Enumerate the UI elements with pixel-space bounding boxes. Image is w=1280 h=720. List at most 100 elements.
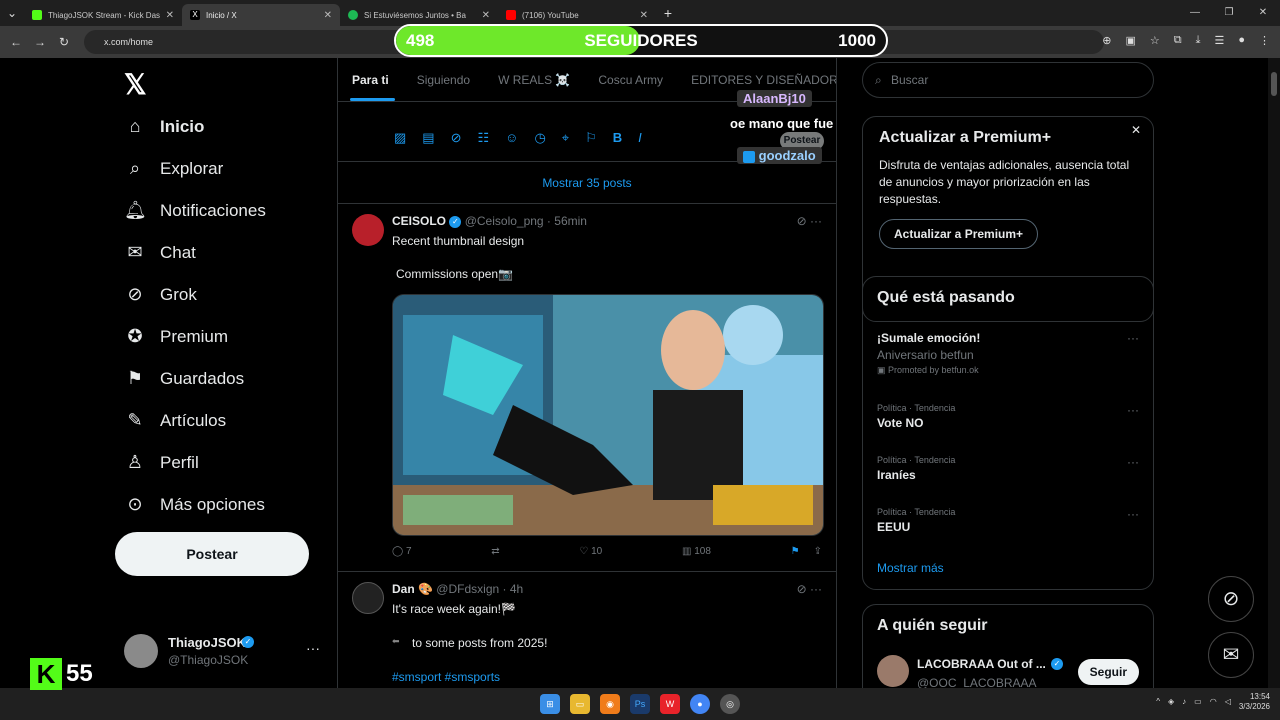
clock[interactable]: 13:54 3/3/2026 xyxy=(1239,692,1270,711)
post-author[interactable]: CEISOLO xyxy=(392,214,446,228)
new-tab-icon[interactable]: + xyxy=(656,5,680,21)
post-hashtags[interactable]: #smsport #smsports xyxy=(392,670,500,684)
post-more-icon[interactable]: ⊘ ··· xyxy=(797,214,822,228)
share-icon[interactable]: ⇪ xyxy=(814,546,822,557)
network-icon[interactable]: ◈ xyxy=(1168,697,1174,706)
scrollbar[interactable] xyxy=(1268,58,1280,688)
image-icon[interactable]: ▨ xyxy=(394,130,406,146)
avatar[interactable] xyxy=(352,214,384,246)
close-tab-icon[interactable]: ✕ xyxy=(482,10,490,21)
bookmark-icon[interactable]: ⚑ xyxy=(791,546,800,557)
browser-tab-spotify[interactable]: Si Estuviésemos Juntos • Ba ✕ xyxy=(340,4,498,26)
tray-arrow-icon[interactable]: ^ xyxy=(1156,697,1160,706)
nav-item-notificaciones[interactable]: 🔔︎ Notificaciones xyxy=(124,200,266,221)
grok-fab-icon[interactable]: ⊘ xyxy=(1208,576,1254,622)
trend-item[interactable]: ¡Sumale emoción! Aniversario betfun ▣ Pr… xyxy=(877,331,1139,376)
show-new-posts[interactable]: Mostrar 35 posts xyxy=(338,162,836,204)
post-button[interactable]: Postear xyxy=(115,532,309,576)
gif-icon[interactable]: ▤ xyxy=(422,130,434,146)
start-icon[interactable]: ⊞ xyxy=(540,694,560,714)
views-button[interactable]: ▥ 108 xyxy=(682,546,711,557)
italic-icon[interactable]: I xyxy=(638,130,642,146)
post-handle[interactable]: @DFdsxign · 4h xyxy=(436,582,523,596)
star-icon[interactable]: ☆ xyxy=(1150,34,1160,47)
chrome-icon[interactable]: ● xyxy=(690,694,710,714)
scrollbar-thumb[interactable] xyxy=(1271,72,1277,96)
post-ceisolo[interactable]: CEISOLO ✓ @Ceisolo_png · 56min ⊘ ··· Rec… xyxy=(338,204,836,572)
forward-icon[interactable]: → xyxy=(28,35,52,49)
extensions-icon[interactable]: ⧉ xyxy=(1174,34,1182,47)
back-icon[interactable]: ← xyxy=(4,35,28,49)
tab-para-ti[interactable]: Para ti xyxy=(338,73,403,87)
trend-more-icon[interactable]: ··· xyxy=(1127,455,1139,469)
cast-icon[interactable]: ▣ xyxy=(1125,34,1135,47)
avatar[interactable] xyxy=(352,582,384,614)
browser-tab-kick[interactable]: ThiagoJSOK Stream - Kick Dash ✕ xyxy=(24,4,182,26)
reply-button[interactable]: ◯ 7 xyxy=(392,546,412,557)
close-tab-icon[interactable]: ✕ xyxy=(166,10,174,21)
nav-item-grok[interactable]: ⊘ Grok xyxy=(124,284,196,305)
flag-icon[interactable]: ⚐ xyxy=(585,130,597,146)
tab-w-reals[interactable]: W REALS ☠️ xyxy=(484,73,584,87)
tab-editores[interactable]: EDITORES Y DISEÑADOR xyxy=(677,73,836,87)
location-icon[interactable]: ⌖ xyxy=(562,130,569,146)
menu-icon[interactable]: ⋮ xyxy=(1259,34,1270,47)
trend-more-icon[interactable]: ··· xyxy=(1127,507,1139,521)
maximize-icon[interactable]: ❐ xyxy=(1212,0,1246,26)
nav-item-guardados[interactable]: ⚑ Guardados xyxy=(124,368,244,389)
post-image[interactable] xyxy=(392,294,824,536)
messages-fab-icon[interactable]: ✉ xyxy=(1208,632,1254,678)
tab-coscu-army[interactable]: Coscu Army xyxy=(584,73,677,87)
obs-icon[interactable]: ◎ xyxy=(720,694,740,714)
download-icon[interactable]: ⤓ xyxy=(1196,34,1201,47)
browser-tab-x[interactable]: X Inicio / X ✕ xyxy=(182,4,340,26)
trend-item[interactable]: Política · Tendencia Vote NO ··· xyxy=(877,403,1139,430)
bold-icon[interactable]: B xyxy=(613,130,622,146)
nav-item-articulos[interactable]: ✎ Artículos xyxy=(124,410,226,431)
account-switcher[interactable]: ThiagoJSOK ✓ @ThiagoJSOK ··· xyxy=(124,632,334,672)
tab-search-icon[interactable]: ☰ xyxy=(1214,34,1224,47)
trend-more-icon[interactable]: ··· xyxy=(1127,331,1139,345)
close-icon[interactable]: ✕ xyxy=(1131,123,1141,137)
photoshop-icon[interactable]: Ps xyxy=(630,694,650,714)
avatar[interactable] xyxy=(877,655,909,687)
reload-icon[interactable]: ↻ xyxy=(52,35,76,49)
x-logo-icon[interactable]: 𝕏 xyxy=(124,68,147,101)
trend-item[interactable]: Política · Tendencia EEUU ··· xyxy=(877,507,1139,534)
like-button[interactable]: ♡ 10 xyxy=(579,546,602,557)
close-tab-icon[interactable]: ✕ xyxy=(640,10,648,21)
follow-button[interactable]: Seguir xyxy=(1077,659,1139,685)
grok-icon[interactable]: ⊘ xyxy=(451,130,462,146)
repost-button[interactable]: ⇄ xyxy=(491,546,499,557)
nav-item-chat[interactable]: ✉ Chat xyxy=(124,242,195,263)
file-explorer-icon[interactable]: ▭ xyxy=(570,694,590,714)
nav-item-inicio[interactable]: ⌂ Inicio xyxy=(124,116,205,137)
volume-icon[interactable]: ◁ xyxy=(1225,697,1231,706)
post-dan[interactable]: Dan 🎨 @DFdsxign · 4h ⊘ ··· It's race wee… xyxy=(338,572,836,688)
show-more-trends[interactable]: Mostrar más xyxy=(877,561,944,575)
follow-name[interactable]: LACOBRAAA Out of ... xyxy=(917,657,1046,671)
profile-icon[interactable]: ● xyxy=(1238,34,1245,47)
close-tab-icon[interactable]: ✕ xyxy=(324,10,332,21)
emoji-icon[interactable]: ☺ xyxy=(505,130,518,146)
close-window-icon[interactable]: ✕ xyxy=(1246,0,1280,26)
premium-upgrade-button[interactable]: Actualizar a Premium+ xyxy=(879,219,1039,249)
search-input[interactable]: ⌕ Buscar xyxy=(862,62,1154,98)
tab-siguiendo[interactable]: Siguiendo xyxy=(403,73,484,87)
poll-icon[interactable]: ☷ xyxy=(478,130,490,146)
trend-more-icon[interactable]: ··· xyxy=(1127,403,1139,417)
post-author[interactable]: Dan 🎨 xyxy=(392,582,433,596)
nav-item-explorar[interactable]: ⌕ Explorar xyxy=(124,158,223,179)
account-more-icon[interactable]: ··· xyxy=(306,640,320,656)
nav-item-mas-opciones[interactable]: ⊙ Más opciones xyxy=(124,494,264,515)
trend-item[interactable]: Política · Tendencia Iraníes ··· xyxy=(877,455,1139,482)
minimize-icon[interactable]: — xyxy=(1178,0,1212,26)
tab-list-icon[interactable]: ⌄ xyxy=(0,6,24,20)
wifi-icon[interactable]: ◠ xyxy=(1210,697,1217,706)
schedule-icon[interactable]: ◷ xyxy=(534,130,545,146)
zoom-icon[interactable]: ⊕ xyxy=(1102,34,1111,47)
post-handle[interactable]: @Ceisolo_png · 56min xyxy=(465,214,587,228)
browser-tab-youtube[interactable]: (7106) YouTube ✕ xyxy=(498,4,656,26)
mic-icon[interactable]: ♪ xyxy=(1182,697,1186,706)
monitor-icon[interactable]: ▭ xyxy=(1194,697,1202,706)
